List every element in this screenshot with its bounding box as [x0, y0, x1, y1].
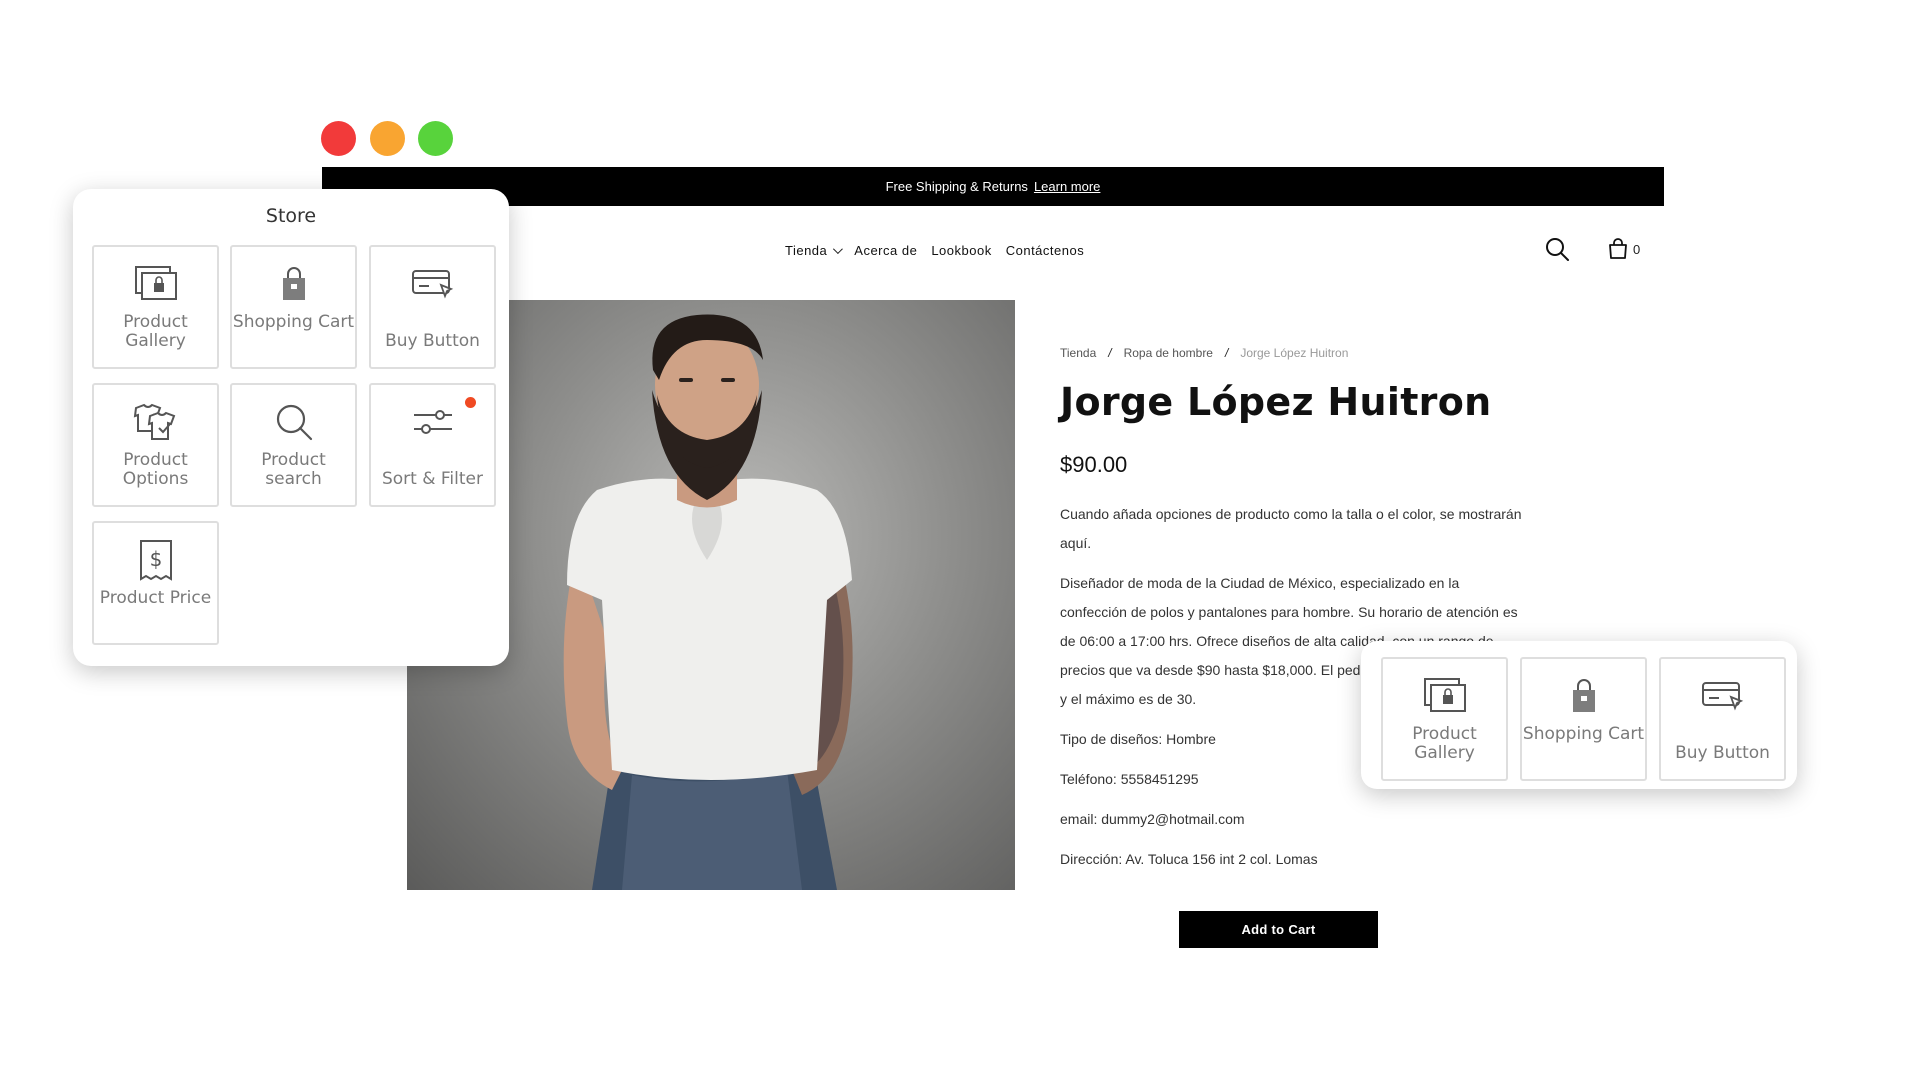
chevron-down-icon	[833, 244, 844, 255]
tile-shopping-cart[interactable]: Shopping Cart	[1520, 657, 1647, 781]
tile-label: Product search	[261, 450, 326, 489]
product-gallery-icon	[131, 261, 181, 307]
tile-shopping-cart[interactable]: Shopping Cart	[230, 245, 357, 369]
breadcrumb: Tienda / Ropa de hombre / Jorge López Hu…	[1060, 346, 1348, 360]
cart-icon[interactable]	[1607, 238, 1629, 260]
tile-label: Buy Button	[385, 331, 480, 351]
tile-label: Product Gallery	[1412, 724, 1477, 763]
product-options-icon	[131, 399, 181, 445]
email: email: dummy2@hotmail.com	[1060, 811, 1245, 827]
nav-item-tienda[interactable]: Tienda	[785, 243, 844, 258]
announcement-text: Free Shipping & Returns	[885, 179, 1028, 194]
tile-product-options[interactable]: Product Options	[92, 383, 219, 507]
window-close-button[interactable]	[321, 121, 356, 156]
breadcrumb-item[interactable]: Tienda	[1060, 346, 1096, 360]
main-nav: Tienda Acerca de Lookbook Contáctenos	[785, 243, 1084, 258]
learn-more-link[interactable]: Learn more	[1034, 179, 1100, 194]
nav-item-label: Acerca de	[854, 243, 918, 258]
nav-item-contacto[interactable]: Contáctenos	[1006, 243, 1085, 258]
tile-product-gallery[interactable]: Product Gallery	[92, 245, 219, 369]
mini-widget-panel: Product Gallery Shopping Cart Buy Button	[1361, 641, 1797, 789]
add-to-cart-button[interactable]: Add to Cart	[1179, 911, 1378, 948]
description-paragraph: Cuando añada opciones de producto como l…	[1060, 506, 1522, 551]
cart-count: 0	[1633, 242, 1641, 257]
store-widget-panel: Store Product Gallery Shopping Cart Buy …	[73, 189, 509, 666]
credit-card-click-icon	[1698, 673, 1748, 719]
tile-label: Product Options	[122, 450, 189, 489]
tile-product-search[interactable]: Product search	[230, 383, 357, 507]
nav-item-label: Tienda	[785, 243, 828, 258]
shopping-bag-icon	[1559, 673, 1609, 719]
panel-title: Store	[265, 205, 317, 227]
window-maximize-button[interactable]	[418, 121, 453, 156]
svg-text:$: $	[149, 547, 162, 571]
tile-label: Product Price	[99, 588, 212, 608]
sliders-icon	[408, 399, 458, 445]
nav-item-acerca[interactable]: Acerca de	[854, 243, 917, 258]
tile-sort-filter[interactable]: Sort & Filter	[369, 383, 496, 507]
product-gallery-icon	[1420, 673, 1470, 719]
window-minimize-button[interactable]	[370, 121, 405, 156]
breadcrumb-separator: /	[1108, 346, 1112, 360]
nav-item-lookbook[interactable]: Lookbook	[931, 243, 991, 258]
nav-item-label: Lookbook	[931, 243, 992, 258]
tile-product-gallery[interactable]: Product Gallery	[1381, 657, 1508, 781]
breadcrumb-item[interactable]: Ropa de hombre	[1124, 346, 1213, 360]
price-tag-icon: $	[131, 537, 181, 583]
tile-buy-button[interactable]: Buy Button	[1659, 657, 1786, 781]
breadcrumb-current: Jorge López Huitron	[1240, 346, 1349, 360]
product-title: Jorge López Huitron	[1060, 380, 1492, 424]
shopping-bag-icon	[269, 261, 319, 307]
tile-label: Buy Button	[1675, 743, 1770, 763]
tile-product-price[interactable]: $ Product Price	[92, 521, 219, 645]
tile-buy-button[interactable]: Buy Button	[369, 245, 496, 369]
product-price: $90.00	[1060, 452, 1128, 477]
stage: Free Shipping & Returns Learn more Tiend…	[0, 0, 1920, 1080]
announcement-bar: Free Shipping & Returns Learn more	[322, 167, 1664, 206]
tile-label: Shopping Cart	[1522, 724, 1645, 744]
breadcrumb-separator: /	[1224, 346, 1229, 360]
tile-label: Sort & Filter	[381, 469, 483, 489]
notification-dot	[465, 397, 476, 408]
nav-item-label: Contáctenos	[1005, 243, 1085, 258]
tile-label: Shopping Cart	[232, 312, 355, 332]
tile-label: Product Gallery	[123, 312, 188, 351]
search-icon	[269, 399, 319, 445]
search-icon[interactable]	[1544, 236, 1570, 262]
address: Dirección: Av. Toluca 156 int 2 col. Lom…	[1060, 851, 1318, 867]
credit-card-click-icon	[408, 261, 458, 307]
